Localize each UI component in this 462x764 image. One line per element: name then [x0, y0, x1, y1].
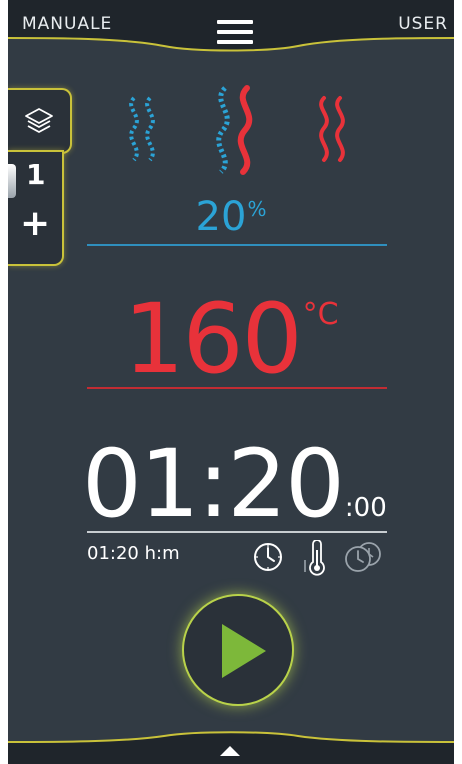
timer-setting[interactable]: 01:20:00 [82, 430, 387, 539]
temperature-value: 160 [123, 283, 302, 395]
timer-seconds: :00 [344, 493, 387, 523]
mode-label: MANUALE [22, 14, 113, 34]
humidity-divider [87, 244, 387, 246]
timer-divider [87, 531, 387, 533]
temperature-unit: °C [302, 297, 339, 332]
clock-icon[interactable] [251, 540, 285, 574]
temperature-setting[interactable]: 160°C [8, 283, 454, 395]
chevron-up-icon[interactable] [220, 744, 240, 758]
oven-control-screen: MANUALE USER 1 + 20% 160°C 01:20:00 01:2… [8, 0, 454, 764]
hamburger-menu-icon[interactable] [217, 20, 253, 46]
combi-wave-icon[interactable] [205, 84, 271, 176]
hot-air-wave-icon[interactable] [310, 94, 354, 164]
play-icon [222, 624, 266, 678]
user-button[interactable]: USER [398, 14, 448, 34]
humidity-unit: % [247, 196, 267, 221]
delayed-start-clock-icon[interactable] [343, 540, 383, 574]
top-bar: MANUALE USER [8, 0, 454, 56]
timer-sub-label: 01:20 h:m [87, 543, 180, 564]
core-probe-thermometer-icon[interactable] [302, 540, 330, 576]
steam-wave-icon[interactable] [120, 94, 164, 164]
temperature-divider [87, 387, 387, 389]
timer-main: 01:20 [82, 430, 345, 539]
humidity-value: 20 [195, 194, 247, 240]
humidity-setting[interactable]: 20% [8, 194, 454, 240]
cooking-mode-selector [8, 80, 454, 175]
start-button[interactable] [182, 594, 294, 706]
